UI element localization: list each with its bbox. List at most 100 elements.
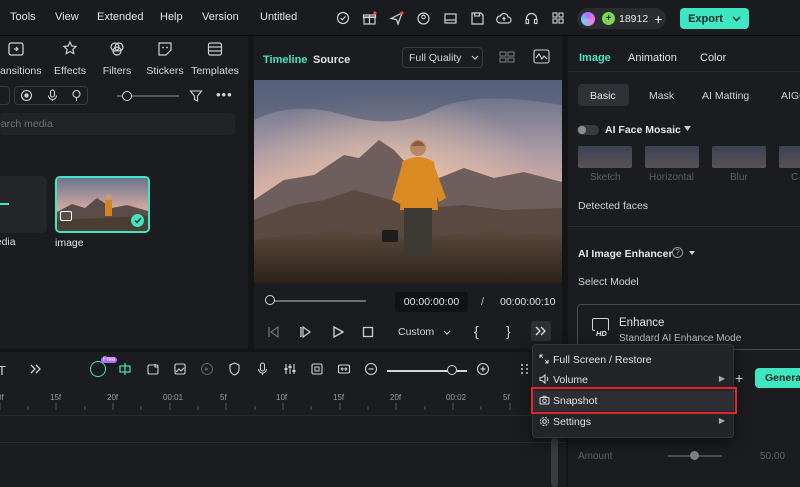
- menu-view[interactable]: View: [55, 11, 79, 23]
- mosaic-c-label: C: [791, 172, 799, 183]
- generate-button[interactable]: Genera: [755, 368, 800, 388]
- more-options-icon[interactable]: •••: [216, 87, 233, 102]
- tab-source[interactable]: Source: [313, 54, 350, 66]
- timeline-scrollbar[interactable]: [551, 438, 558, 487]
- microphone-icon[interactable]: [46, 89, 59, 102]
- scrub-bar[interactable]: [266, 300, 366, 302]
- quality-value: Full Quality: [409, 51, 462, 64]
- subtab-ai-matting[interactable]: AI Matting: [702, 90, 749, 102]
- image-label: image: [55, 237, 84, 249]
- caret-down-icon[interactable]: [684, 126, 691, 131]
- image-thumb[interactable]: [55, 176, 150, 233]
- mosaic-horizontal-thumb[interactable]: [645, 146, 699, 168]
- grid-icon[interactable]: [550, 10, 566, 26]
- add-credits-icon[interactable]: +: [654, 12, 662, 26]
- check-circle-icon[interactable]: [335, 10, 351, 26]
- folder-thumb[interactable]: [0, 176, 47, 233]
- caret-down-icon[interactable]: [689, 251, 695, 255]
- chevron-down-icon: [443, 330, 451, 335]
- speed-dropdown[interactable]: Custom: [392, 322, 456, 342]
- filter-icon[interactable]: [189, 89, 203, 103]
- search-bar[interactable]: Search media: [0, 113, 235, 135]
- microphone-icon[interactable]: [256, 362, 269, 376]
- subtab-aigc[interactable]: AIGC: [781, 90, 800, 102]
- text-tool-icon[interactable]: T: [0, 363, 6, 378]
- checkmark-icon: [131, 214, 144, 227]
- mosaic-sketch-thumb[interactable]: [578, 146, 632, 168]
- auto-reframe-icon[interactable]: [310, 362, 324, 376]
- prev-frame-icon[interactable]: [267, 326, 280, 338]
- stop-icon[interactable]: [362, 326, 374, 338]
- preview-image[interactable]: [254, 80, 562, 283]
- speed-icon[interactable]: [200, 362, 214, 376]
- audio-mixer-icon[interactable]: [283, 362, 297, 376]
- grid-view-icon[interactable]: [499, 51, 515, 63]
- add-icon[interactable]: +: [735, 370, 743, 386]
- grid-menu-icon[interactable]: [519, 362, 531, 376]
- menu-help[interactable]: Help: [160, 11, 183, 23]
- community-icon[interactable]: [415, 10, 431, 26]
- image-enhancer-label: AI Image Enhancer: [578, 248, 673, 260]
- image-edit-icon[interactable]: [173, 362, 187, 376]
- view-toggle[interactable]: [0, 86, 10, 105]
- amount-value: 50.00: [760, 451, 786, 462]
- gift-icon[interactable]: [361, 10, 377, 26]
- total-time: 00:00:00:10: [500, 296, 556, 308]
- tab-templates[interactable]: Templates: [185, 40, 245, 77]
- help-icon[interactable]: ?: [672, 247, 683, 258]
- zoom-slider-handle[interactable]: [122, 91, 132, 101]
- subtab-basic[interactable]: Basic: [590, 90, 616, 102]
- tab-animation[interactable]: Animation: [628, 52, 677, 64]
- ai-copilot-icon[interactable]: [90, 361, 106, 377]
- track-divider: [0, 415, 566, 416]
- mark-out-icon[interactable]: }: [506, 323, 511, 339]
- menu-tools[interactable]: Tools: [10, 11, 36, 23]
- free-badge: Free: [101, 357, 118, 363]
- time-separator: /: [481, 296, 485, 308]
- double-chevron-right-icon[interactable]: [30, 364, 42, 374]
- quality-dropdown[interactable]: Full Quality: [402, 47, 483, 68]
- ruler-tick-label: 5f: [220, 393, 227, 402]
- crop-icon[interactable]: [146, 362, 160, 376]
- play-icon[interactable]: [332, 326, 344, 338]
- search-input[interactable]: Search media: [0, 118, 53, 130]
- save-icon[interactable]: [469, 10, 485, 26]
- zoom-out-icon[interactable]: [364, 362, 378, 376]
- menu-version[interactable]: Version: [202, 11, 239, 23]
- tab-timeline[interactable]: Timeline: [263, 54, 307, 66]
- ruler-tick-label: 10f: [276, 393, 288, 402]
- amount-slider-handle[interactable]: [690, 451, 699, 460]
- headset-icon[interactable]: [523, 10, 539, 26]
- menu-item-settings[interactable]: Settings ▶: [533, 412, 733, 432]
- layout-icon[interactable]: [442, 10, 458, 26]
- image-type-icon: [60, 211, 72, 221]
- split-icon[interactable]: [118, 362, 132, 376]
- more-controls-button[interactable]: [531, 321, 551, 341]
- waveform-icon[interactable]: [533, 49, 550, 64]
- menu-extended[interactable]: Extended: [97, 11, 143, 23]
- ai-voice-icon[interactable]: [70, 89, 83, 102]
- media-toolbar: •••: [0, 86, 240, 106]
- timeline-ruler[interactable]: 0f 15f 20f 00:01 5f 10f 15f 20f 00:02 5f: [0, 391, 566, 411]
- mosaic-c-thumb[interactable]: [779, 146, 800, 168]
- send-icon[interactable]: [388, 10, 404, 26]
- tab-color[interactable]: Color: [700, 52, 726, 64]
- menu-item-fullscreen[interactable]: Full Screen / Restore: [533, 350, 733, 370]
- record-icon[interactable]: [20, 89, 33, 102]
- next-frame-icon[interactable]: [299, 326, 312, 338]
- subtab-mask[interactable]: Mask: [649, 90, 674, 102]
- timeline-panel: T Free 0f 15f 20f 00:01 5f 10f 15f 20f 0…: [0, 352, 566, 487]
- mark-in-icon[interactable]: {: [474, 323, 479, 339]
- export-button[interactable]: Export: [680, 8, 749, 29]
- current-time-value: 00:00:00:00: [403, 296, 460, 308]
- tab-image[interactable]: Image: [579, 52, 611, 64]
- cloud-upload-icon[interactable]: [496, 10, 512, 26]
- shield-icon[interactable]: [228, 362, 241, 376]
- scrub-handle[interactable]: [265, 295, 275, 305]
- credits-badge[interactable]: + 18912 +: [577, 8, 666, 29]
- ruler-ticks: [0, 403, 539, 410]
- fit-icon[interactable]: [337, 362, 351, 376]
- mosaic-blur-thumb[interactable]: [712, 146, 766, 168]
- timeline-zoom-handle[interactable]: [447, 365, 457, 375]
- zoom-in-icon[interactable]: [476, 362, 490, 376]
